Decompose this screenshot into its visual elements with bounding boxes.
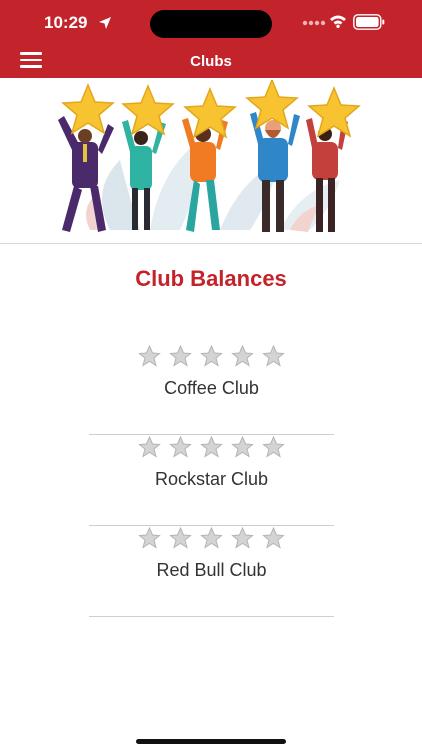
location-arrow-icon <box>99 17 111 29</box>
club-item-rockstar[interactable]: Rockstar Club <box>89 435 334 526</box>
page-title: Clubs <box>190 53 232 70</box>
app-header: 10:29 Clubs <box>0 0 422 78</box>
empty-star-icon <box>262 435 285 458</box>
empty-star-icon <box>169 344 192 367</box>
divider <box>89 616 334 617</box>
club-item-red-bull[interactable]: Red Bull Club <box>89 526 334 617</box>
signal-icon <box>302 20 326 26</box>
empty-star-icon <box>138 435 161 458</box>
empty-star-icon <box>262 344 285 367</box>
empty-star-icon <box>169 435 192 458</box>
wifi-icon <box>330 15 346 28</box>
empty-star-icon <box>138 344 161 367</box>
empty-star-icon <box>231 435 254 458</box>
star-icon <box>183 87 237 139</box>
star-rating <box>89 435 334 459</box>
dynamic-island <box>150 10 272 38</box>
empty-star-icon <box>200 344 223 367</box>
club-balances-title: Club Balances <box>135 266 287 291</box>
people-holding-stars-illustration <box>58 80 361 232</box>
status-time: 10:29 <box>44 13 88 32</box>
star-icon <box>61 83 115 135</box>
empty-star-icon <box>200 526 223 549</box>
club-name: Red Bull Club <box>156 560 267 580</box>
star-icon <box>307 86 361 138</box>
empty-star-icon <box>169 526 192 549</box>
club-item-coffee[interactable]: Coffee Club <box>89 344 334 435</box>
empty-star-icon <box>231 526 254 549</box>
battery-icon <box>353 14 385 30</box>
club-name: Coffee Club <box>164 378 259 398</box>
empty-star-icon <box>138 526 161 549</box>
empty-star-icon <box>262 526 285 549</box>
club-name: Rockstar Club <box>154 469 269 489</box>
empty-star-icon <box>231 344 254 367</box>
star-icon <box>121 84 175 136</box>
star-rating <box>89 526 334 550</box>
star-rating <box>89 344 334 368</box>
divider <box>0 243 422 244</box>
empty-star-icon <box>200 435 223 458</box>
home-indicator[interactable] <box>136 739 286 744</box>
status-bar: 10:29 <box>0 0 422 46</box>
